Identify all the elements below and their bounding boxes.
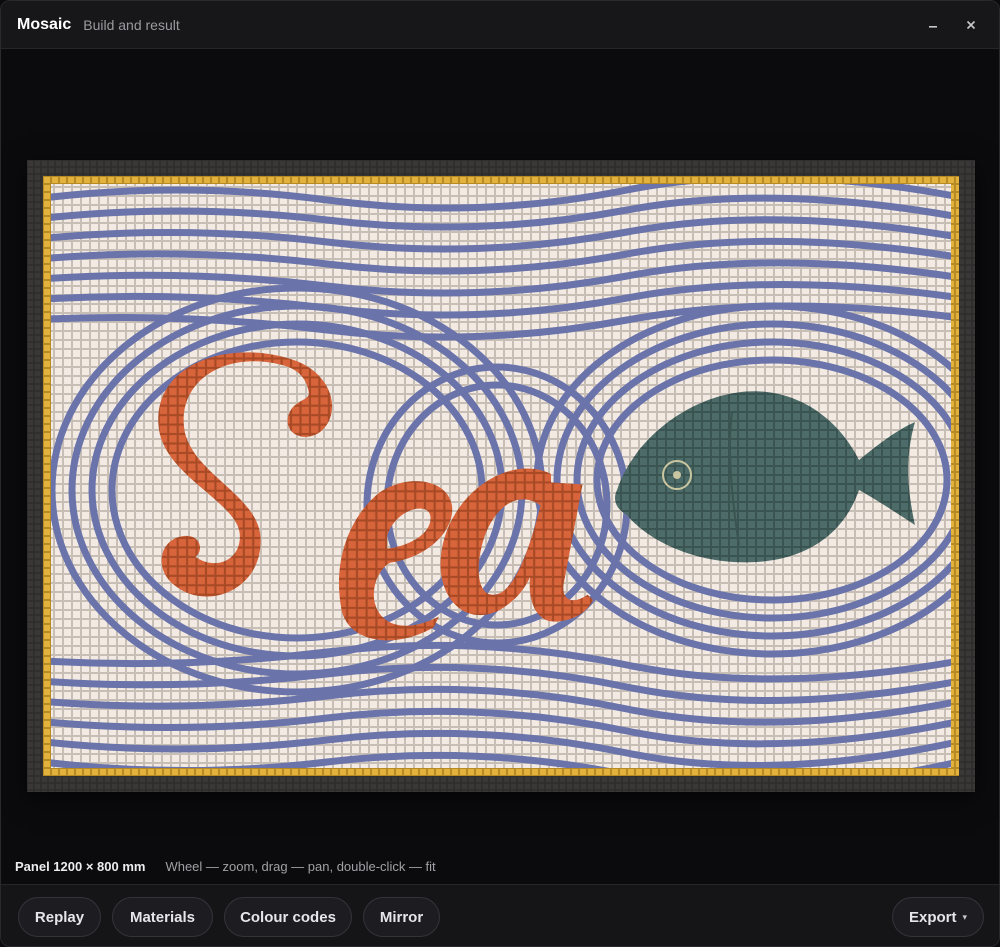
status-bar: Panel 1200 × 800 mm Wheel — zoom, drag —… <box>1 849 999 883</box>
materials-label: Materials <box>129 908 196 926</box>
replay-button[interactable]: Replay <box>18 897 101 937</box>
app-subtitle: Build and result <box>83 16 180 33</box>
app-window: Mosaic Build and result Panel 1200 × 800… <box>0 0 1000 947</box>
materials-button[interactable]: Materials <box>112 897 213 937</box>
close-button[interactable] <box>963 13 979 37</box>
mosaic-panel[interactable] <box>27 160 975 792</box>
colour-codes-label: Colour codes <box>240 908 336 926</box>
minimize-icon <box>928 17 938 33</box>
bottom-toolbar: Replay Materials Colour codes Mirror Exp… <box>1 884 999 946</box>
mosaic-artwork <box>27 160 975 792</box>
mirror-button[interactable]: Mirror <box>363 897 440 937</box>
app-title: Mosaic <box>17 15 72 33</box>
minimize-button[interactable] <box>925 13 941 37</box>
export-button[interactable]: Export ▾ <box>892 897 984 937</box>
replay-label: Replay <box>34 908 85 926</box>
canvas-viewport[interactable] <box>1 50 999 850</box>
window-controls <box>925 13 979 37</box>
chevron-down-icon: ▾ <box>962 911 968 922</box>
title-bar: Mosaic Build and result <box>1 1 999 49</box>
export-label: Export <box>908 908 957 926</box>
colour-codes-button[interactable]: Colour codes <box>224 897 352 937</box>
panel-size-label: Panel 1200 × 800 mm <box>15 858 146 874</box>
mirror-label: Mirror <box>379 908 424 926</box>
navigation-hint: Wheel — zoom, drag — pan, double-click —… <box>165 858 436 874</box>
close-icon <box>966 17 976 33</box>
